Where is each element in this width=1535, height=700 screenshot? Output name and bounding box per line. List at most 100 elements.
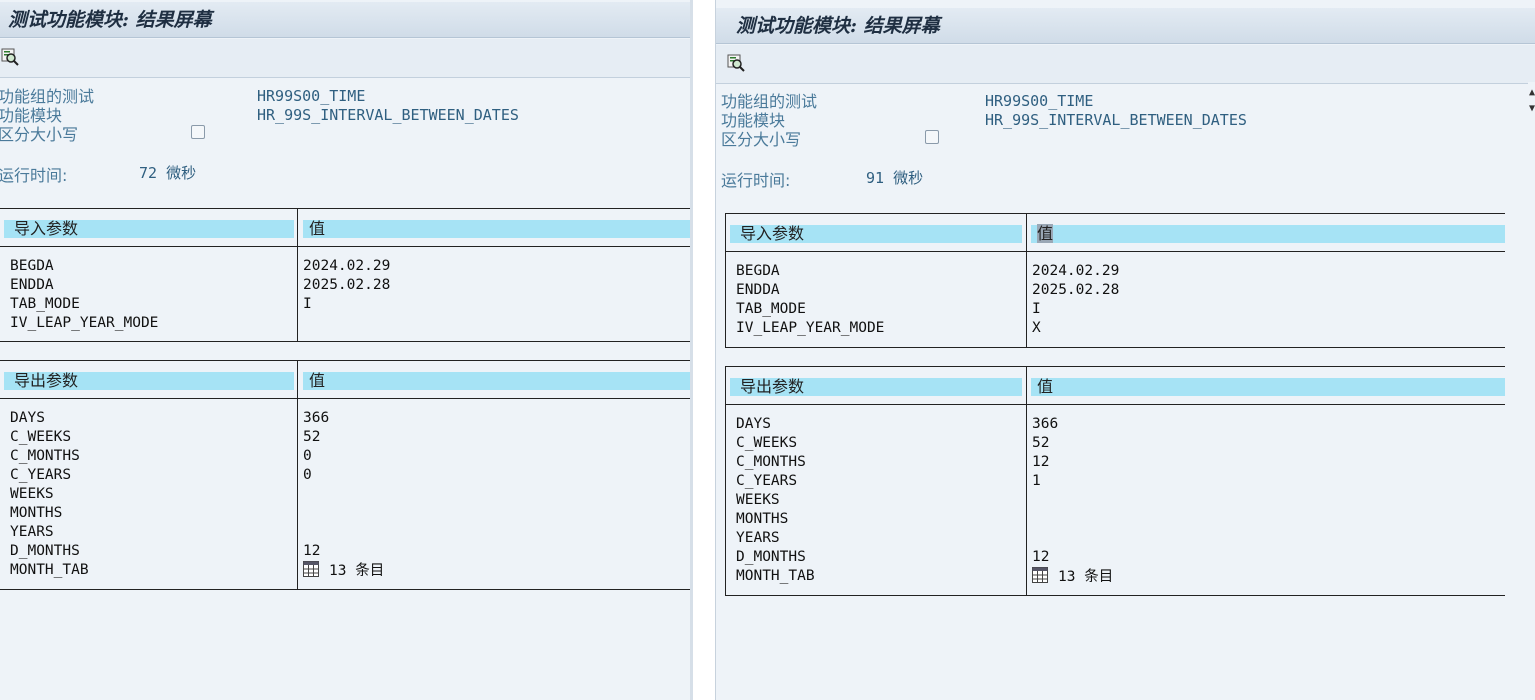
header-param-value: 值	[1031, 378, 1505, 396]
param-row: IV_LEAP_YEAR_MODE	[0, 314, 690, 333]
param-row: WEEKS	[726, 491, 1505, 510]
param-name: YEARS	[736, 530, 780, 546]
table-icon[interactable]	[303, 561, 319, 577]
runtime: 运行时间: 72 微秒	[0, 162, 196, 186]
param-value: 2025.02.28	[1032, 282, 1120, 298]
detail-view-button[interactable]	[726, 53, 746, 73]
param-row: BEGDA 2024.02.29	[0, 257, 690, 276]
param-name: DAYS	[10, 410, 45, 426]
param-value: 12	[1032, 549, 1050, 565]
param-row: TAB_MODE I	[726, 300, 1505, 319]
param-row: MONTH_TAB 13 条目	[726, 567, 1505, 586]
param-value: 0	[303, 448, 312, 464]
pane-gap	[690, 0, 715, 700]
function-group-value: HR99S00_TIME	[985, 92, 1094, 110]
export-params-table: 导出参数 值 DAYS 366 C_WEEKS 52 C_MONTHS 12 C_YEARS…	[725, 366, 1505, 596]
param-value: 2025.02.28	[303, 277, 391, 293]
header-param-value: 值	[303, 372, 690, 390]
info-block: 功能组的测试 HR99S00_TIME 功能模块 HR_99S_INTERVAL…	[721, 92, 1521, 152]
header-param-name: 导入参数	[730, 225, 1022, 243]
param-name: MONTH_TAB	[736, 568, 815, 584]
function-module-label: 功能模块	[721, 111, 786, 130]
function-group-value: HR99S00_TIME	[257, 87, 366, 105]
table-icon[interactable]	[1032, 567, 1048, 583]
param-name: C_MONTHS	[10, 448, 80, 464]
param-row: TAB_MODE I	[0, 295, 690, 314]
param-row: IV_LEAP_YEAR_MODE X	[726, 319, 1505, 338]
toolbar	[0, 39, 690, 78]
param-row: MONTHS	[0, 504, 690, 523]
runtime-value: 72 微秒	[139, 164, 197, 182]
table-header: 导出参数 值	[0, 361, 690, 399]
header-param-value: 值	[303, 220, 690, 238]
table-header: 导入参数 值	[726, 214, 1505, 252]
param-name: C_WEEKS	[10, 429, 72, 445]
runtime-label: 运行时间:	[721, 171, 791, 190]
runtime-label: 运行时间:	[0, 166, 68, 185]
function-module-value: HR_99S_INTERVAL_BETWEEN_DATES	[257, 106, 519, 124]
param-row: WEEKS	[0, 485, 690, 504]
runtime: 运行时间: 91 微秒	[721, 167, 923, 191]
function-group-label: 功能组的测试	[721, 92, 818, 111]
param-row: C_WEEKS 52	[726, 434, 1505, 453]
param-row: DAYS 366	[0, 409, 690, 428]
param-name: MONTH_TAB	[10, 562, 89, 578]
param-row: MONTHS	[726, 510, 1505, 529]
param-value: 52	[303, 429, 321, 445]
param-value: I	[1032, 301, 1041, 317]
param-row: C_MONTHS 12	[726, 453, 1505, 472]
param-value: 2024.02.29	[303, 258, 391, 274]
param-name: MONTHS	[10, 505, 63, 521]
param-value[interactable]: 13 条目	[1032, 567, 1113, 587]
param-name: C_MONTHS	[736, 454, 806, 470]
header-param-name: 导出参数	[4, 372, 294, 390]
magnifier-detail-icon	[727, 54, 745, 72]
param-row: DAYS 366	[726, 415, 1505, 434]
param-value: X	[1032, 320, 1041, 336]
case-sensitive-checkbox[interactable]	[191, 125, 205, 139]
param-name: TAB_MODE	[736, 301, 806, 317]
param-name: TAB_MODE	[10, 296, 80, 312]
param-value-text: 13 条目	[329, 563, 385, 579]
pane-divider	[690, 0, 693, 700]
param-value: 2024.02.29	[1032, 263, 1120, 279]
param-row: C_YEARS 1	[726, 472, 1505, 491]
param-name: C_YEARS	[736, 473, 798, 489]
runtime-value: 91 微秒	[866, 169, 924, 187]
param-name: YEARS	[10, 524, 54, 540]
window-title: 测试功能模块: 结果屏幕	[0, 2, 690, 38]
param-name: MONTHS	[736, 511, 789, 527]
case-sensitive-checkbox[interactable]	[925, 130, 939, 144]
scroll-up-icon[interactable]: ▲	[1528, 86, 1535, 100]
result-screen-right: 测试功能模块: 结果屏幕 功能组的测试 HR99S00_TIME 功能模块 HR…	[715, 0, 1535, 700]
param-value: 12	[303, 543, 321, 559]
header-param-name: 导入参数	[4, 220, 294, 238]
param-value: 0	[303, 467, 312, 483]
function-group-label: 功能组的测试	[0, 87, 95, 106]
param-name: C_WEEKS	[736, 435, 798, 451]
function-module-label: 功能模块	[0, 106, 63, 125]
detail-view-button[interactable]	[0, 47, 20, 67]
param-value: 1	[1032, 473, 1041, 489]
scroll-down-icon[interactable]: ▼	[1528, 102, 1535, 116]
param-row: C_YEARS 0	[0, 466, 690, 485]
param-name: IV_LEAP_YEAR_MODE	[736, 320, 885, 336]
param-row: ENDDA 2025.02.28	[0, 276, 690, 295]
table-header: 导出参数 值	[726, 367, 1505, 405]
param-name: ENDDA	[736, 282, 780, 298]
param-value: 366	[303, 410, 330, 426]
param-row: C_WEEKS 52	[0, 428, 690, 447]
param-value: 52	[1032, 435, 1050, 451]
param-name: C_YEARS	[10, 467, 72, 483]
param-name: DAYS	[736, 416, 771, 432]
result-screen-left: 测试功能模块: 结果屏幕 功能组的测试 HR99S00_TIME 功能模块 HR…	[0, 0, 690, 700]
import-params-table: 导入参数 值 BEGDA 2024.02.29 ENDDA 2025.02.28 TAB…	[0, 208, 690, 342]
vertical-scrollbar[interactable]: ▲ ▼	[1528, 82, 1535, 700]
case-sensitive-label: 区分大小写	[721, 130, 802, 149]
param-name: D_MONTHS	[10, 543, 80, 559]
param-value: 366	[1032, 416, 1059, 432]
param-name: IV_LEAP_YEAR_MODE	[10, 315, 159, 331]
param-name: D_MONTHS	[736, 549, 806, 565]
param-value[interactable]: 13 条目	[303, 561, 384, 581]
param-row: ENDDA 2025.02.28	[726, 281, 1505, 300]
